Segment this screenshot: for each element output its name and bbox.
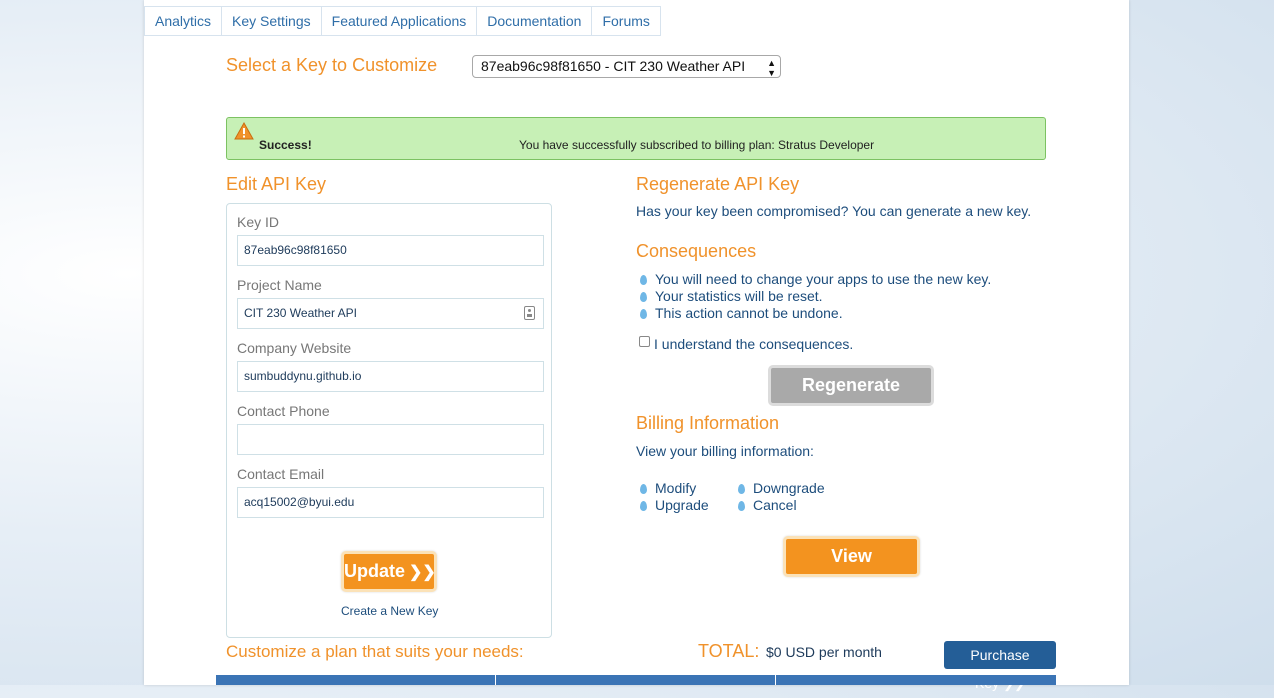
purchase-key-button[interactable]: Purchase Key❯❯	[944, 641, 1056, 691]
contact-phone-label: Contact Phone	[237, 403, 330, 419]
company-website-label: Company Website	[237, 340, 352, 356]
warning-icon	[234, 122, 254, 140]
consequences-heading: Consequences	[636, 241, 757, 261]
billing-link-text: Modify	[655, 480, 697, 496]
contact-email-field[interactable]: acq15002@byui.edu	[237, 487, 544, 518]
tab-featured-applications[interactable]: Featured Applications	[320, 6, 477, 36]
droplet-bullet-icon	[640, 292, 647, 302]
billing-upgrade-link[interactable]: Upgrade	[640, 497, 709, 513]
total-label: TOTAL:	[698, 641, 760, 661]
project-name-field[interactable]: CIT 230 Weather API	[237, 298, 544, 329]
view-billing-button[interactable]: View Billing ❯❯	[783, 536, 920, 601]
billing-link-text: Upgrade	[655, 497, 709, 513]
total-value: $0 USD per month	[766, 644, 882, 660]
company-website-field[interactable]: sumbuddynu.github.io	[237, 361, 544, 392]
droplet-bullet-icon	[640, 484, 647, 494]
select-arrows-icon: ▲ ▼	[767, 58, 776, 78]
success-alert: Success! You have successfully subscribe…	[226, 117, 1046, 160]
understand-checkbox[interactable]	[639, 336, 650, 347]
update-button[interactable]: Update ❯❯	[341, 551, 437, 592]
view-billing-label: View Billing	[808, 546, 872, 601]
project-name-label: Project Name	[237, 277, 322, 293]
project-name-value: CIT 230 Weather API	[244, 306, 357, 320]
chevron-right-double-icon: ❯❯	[867, 584, 895, 601]
alert-message: You have successfully subscribed to bill…	[519, 138, 875, 152]
consequence-text: You will need to change your apps to use…	[655, 271, 992, 287]
regenerate-key-button[interactable]: Regenerate Key ❯❯	[768, 365, 934, 430]
regenerate-heading: Regenerate API Key	[636, 174, 800, 194]
alert-title: Success!	[259, 138, 312, 152]
billing-downgrade-link[interactable]: Downgrade	[738, 480, 825, 496]
page-panel: Analytics Key Settings Featured Applicat…	[144, 0, 1129, 691]
droplet-bullet-icon	[640, 309, 647, 319]
key-id-label: Key ID	[237, 214, 280, 230]
create-new-key-link[interactable]: Create a New Key	[341, 604, 438, 618]
tab-bar: Analytics Key Settings Featured Applicat…	[144, 6, 661, 36]
billing-modify-link[interactable]: Modify	[640, 480, 696, 496]
consequence-item: Your statistics will be reset.	[640, 288, 823, 304]
select-key-heading: Select a Key to Customize	[226, 55, 438, 75]
billing-cancel-link[interactable]: Cancel	[738, 497, 797, 513]
tab-forums[interactable]: Forums	[591, 6, 661, 36]
plan-column-divider	[495, 675, 496, 685]
consequence-text: Your statistics will be reset.	[655, 288, 823, 304]
regenerate-text: Has your key been compromised? You can g…	[636, 203, 1032, 219]
plan-table-header	[216, 675, 1056, 685]
consequence-item: This action cannot be undone.	[640, 305, 843, 321]
consequence-item: You will need to change your apps to use…	[640, 271, 991, 287]
chevron-right-double-icon: ❯❯	[856, 413, 883, 430]
key-id-field[interactable]: 87eab96c98f81650	[237, 235, 544, 266]
droplet-bullet-icon	[640, 275, 647, 285]
chevron-right-double-icon: ❯❯	[409, 564, 436, 581]
contact-email-label: Contact Email	[237, 466, 325, 482]
consequence-text: This action cannot be undone.	[655, 305, 843, 321]
contact-phone-field[interactable]	[237, 424, 544, 455]
tab-analytics[interactable]: Analytics	[144, 6, 222, 36]
tab-documentation[interactable]: Documentation	[476, 6, 592, 36]
understand-label[interactable]: I understand the consequences.	[654, 336, 853, 352]
update-button-label: Update	[344, 561, 406, 581]
droplet-bullet-icon	[738, 484, 745, 494]
tab-key-settings[interactable]: Key Settings	[221, 6, 321, 36]
key-select-value: 87eab96c98f81650 - CIT 230 Weather API	[481, 58, 746, 74]
billing-link-text: Downgrade	[753, 480, 825, 496]
contact-card-icon[interactable]	[524, 306, 535, 320]
key-select-dropdown[interactable]: 87eab96c98f81650 - CIT 230 Weather API ▲…	[472, 55, 781, 78]
plan-column-divider	[775, 675, 776, 685]
regenerate-button-label: Regenerate Key	[801, 375, 901, 430]
droplet-bullet-icon	[640, 501, 647, 511]
customize-plan-heading: Customize a plan that suits your needs:	[226, 642, 524, 661]
billing-text: View your billing information:	[636, 443, 814, 459]
billing-link-text: Cancel	[753, 497, 797, 513]
edit-api-key-heading: Edit API Key	[226, 174, 327, 194]
billing-heading: Billing Information	[636, 413, 780, 433]
droplet-bullet-icon	[738, 501, 745, 511]
